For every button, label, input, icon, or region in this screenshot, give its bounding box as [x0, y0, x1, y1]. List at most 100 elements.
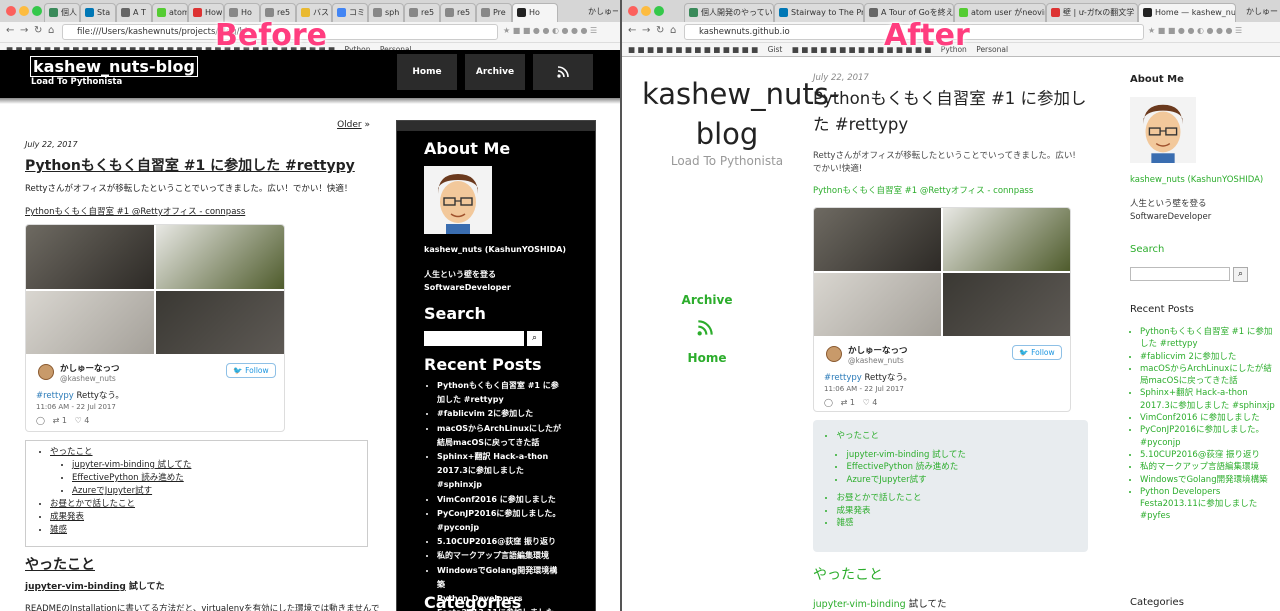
- post-title[interactable]: Pythonもくもく自習室 #1 に参加した #rettypy: [813, 86, 1093, 138]
- embedded-tweet[interactable]: かしゅーなっつ @kashew_nuts 🐦 Follow #rettypy R…: [25, 224, 285, 432]
- zoom-window-icon[interactable]: [654, 6, 664, 16]
- recent-post-link[interactable]: 5.10CUP2016@荻窪 振り返り: [1140, 449, 1275, 461]
- recent-post-link[interactable]: Python Developers Festa2013.11に参加しました #p…: [1140, 486, 1275, 523]
- toc-item[interactable]: EffectivePython 読み進めた: [72, 472, 367, 485]
- browser-tab[interactable]: 壁 | ư-ガfxの翻文学: [1046, 3, 1138, 22]
- like-icon[interactable]: ♡: [863, 398, 870, 407]
- connpass-link[interactable]: Pythonもくもく自習室 #1 @Rettyオフィス - connpass: [813, 184, 1033, 196]
- reply-icon[interactable]: ◯: [824, 398, 833, 407]
- close-window-icon[interactable]: [628, 6, 638, 16]
- browser-tab[interactable]: 個人: [44, 3, 80, 22]
- toc-item[interactable]: 成果発表: [825, 505, 1088, 518]
- bookmark-folder[interactable]: Personal: [976, 45, 1008, 54]
- follow-button[interactable]: 🐦 Follow: [1012, 345, 1062, 360]
- nav-home[interactable]: Home: [662, 351, 752, 365]
- recent-post-link[interactable]: 私的マークアップ言語編集環境: [1140, 461, 1275, 473]
- like-icon[interactable]: ♡: [75, 416, 82, 425]
- tweet-photo[interactable]: [943, 273, 1070, 336]
- browser-tab[interactable]: atom: [152, 3, 188, 22]
- tweet-time[interactable]: 11:06 AM - 22 Jul 2017: [36, 403, 116, 411]
- search-icon[interactable]: ⌕: [1233, 267, 1248, 282]
- toc-item[interactable]: 雑感: [50, 524, 367, 537]
- toc-link[interactable]: 雑感: [50, 525, 67, 535]
- toc-item[interactable]: jupyter-vim-binding 試してた: [835, 449, 1088, 462]
- author-name[interactable]: kashew_nuts (KashunYOSHIDA): [424, 245, 566, 254]
- back-icon[interactable]: ←: [628, 25, 636, 36]
- minimize-window-icon[interactable]: [19, 6, 29, 16]
- zoom-window-icon[interactable]: [32, 6, 42, 16]
- browser-tab[interactable]: かしゅー: [558, 3, 618, 22]
- forward-icon[interactable]: →: [642, 25, 650, 36]
- minimize-window-icon[interactable]: [641, 6, 651, 16]
- reply-icon[interactable]: ◯: [36, 416, 45, 425]
- avatar[interactable]: [826, 346, 842, 362]
- subsection-link[interactable]: jupyter-vim-binding: [813, 599, 906, 610]
- nav-archive[interactable]: Archive: [662, 293, 752, 307]
- toc-item[interactable]: 成果発表: [50, 511, 367, 524]
- toc-link[interactable]: 成果発表: [837, 506, 871, 516]
- toc-item[interactable]: お昼とかで話したこと: [50, 498, 367, 511]
- toc-link[interactable]: EffectivePython 読み進めた: [72, 473, 184, 483]
- toc-item[interactable]: EffectivePython 読み進めた: [835, 461, 1088, 474]
- site-title[interactable]: kashew_nuts-blog: [642, 74, 839, 154]
- nav-home[interactable]: Home: [397, 54, 457, 90]
- back-icon[interactable]: ←: [6, 25, 14, 36]
- nav-rss[interactable]: [697, 320, 713, 339]
- tweet-photo[interactable]: [26, 291, 154, 354]
- nav-archive[interactable]: Archive: [465, 54, 525, 90]
- search-icon[interactable]: ⌕: [527, 331, 542, 346]
- hashtag-link[interactable]: #rettypy: [824, 373, 862, 383]
- search-input[interactable]: [424, 331, 524, 346]
- toc-link[interactable]: やったこと: [50, 447, 93, 457]
- recent-post-link[interactable]: #fablicvim 2に参加した: [1140, 351, 1275, 363]
- toc-link[interactable]: やったこと: [837, 431, 880, 441]
- toc-link[interactable]: EffectivePython 読み進めた: [847, 462, 959, 472]
- browser-tab[interactable]: Stairway to The Prag: [774, 3, 864, 22]
- close-window-icon[interactable]: [6, 6, 16, 16]
- toc-link[interactable]: お昼とかで話したこと: [50, 499, 135, 509]
- tweet-photo[interactable]: [156, 291, 284, 354]
- follow-button[interactable]: 🐦 Follow: [226, 363, 276, 378]
- browser-tab[interactable]: Pre: [476, 3, 512, 22]
- recent-post-link[interactable]: Sphinx+翻訳 Hack-a-thon 2017.3に参加しました #sph…: [1140, 387, 1275, 412]
- toc-item[interactable]: 雑感: [825, 517, 1088, 530]
- toc-link[interactable]: お昼とかで話したこと: [837, 493, 922, 503]
- tweet-author-name[interactable]: かしゅーなっつ: [60, 362, 120, 374]
- tweet-photo[interactable]: [814, 273, 941, 336]
- forward-icon[interactable]: →: [20, 25, 28, 36]
- home-icon[interactable]: ⌂: [670, 25, 676, 36]
- browser-tab[interactable]: Sta: [80, 3, 116, 22]
- recent-post-link[interactable]: Pythonもくもく自習室 #1 に参加した #rettypy: [437, 379, 564, 407]
- reload-icon[interactable]: ↻: [656, 25, 664, 36]
- browser-tab[interactable]: re5: [404, 3, 440, 22]
- recent-post-link[interactable]: Sphinx+翻訳 Hack-a-thon 2017.3に参加しました #sph…: [437, 450, 564, 493]
- toc-link[interactable]: jupyter-vim-binding 試してた: [72, 460, 191, 470]
- browser-tab-active[interactable]: Home — kashew_nuts: [1138, 3, 1236, 22]
- nav-rss[interactable]: [533, 54, 593, 90]
- tweet-time[interactable]: 11:06 AM - 22 Jul 2017: [824, 385, 904, 393]
- post-title[interactable]: Pythonもくもく自習室 #1 に参加した #rettypy: [25, 155, 355, 175]
- browser-tab[interactable]: コミ: [332, 3, 368, 22]
- recent-post-link[interactable]: macOSからArchLinuxにしたが結局macOSに戻ってきた話: [1140, 363, 1275, 388]
- hashtag-link[interactable]: #rettypy: [36, 391, 74, 401]
- extension-icons[interactable]: ★ ■ ■ ● ● ◐ ● ● ● ☰: [503, 26, 597, 35]
- toc-link[interactable]: 成果発表: [50, 512, 84, 522]
- recent-post-link[interactable]: 5.10CUP2016@荻窪 振り返り: [437, 535, 564, 549]
- tweet-photo[interactable]: [814, 208, 941, 271]
- recent-post-link[interactable]: macOSからArchLinuxにしたが結局macOSに戻ってきた話: [437, 422, 564, 450]
- recent-post-link[interactable]: WindowsでGolang開発環境構築: [1140, 474, 1275, 486]
- toc-item[interactable]: AzureでJupyter試す: [72, 485, 367, 498]
- avatar[interactable]: [38, 364, 54, 380]
- recent-post-link[interactable]: Pythonもくもく自習室 #1 に参加した #rettypy: [1140, 326, 1275, 351]
- tweet-author-handle[interactable]: @kashew_nuts: [848, 356, 904, 365]
- toc-link[interactable]: AzureでJupyter試す: [72, 486, 152, 496]
- older-link[interactable]: Older »: [337, 120, 370, 130]
- retweet-icon[interactable]: ⇄: [53, 416, 60, 425]
- bookmark-icons[interactable]: ■ ■ ■ ■ ■ ■ ■ ■ ■ ■ ■ ■ ■ ■: [628, 45, 758, 54]
- author-name[interactable]: kashew_nuts (KashunYOSHIDA): [1130, 175, 1263, 185]
- search-input[interactable]: [1130, 267, 1230, 281]
- bookmark-item[interactable]: Gist: [768, 45, 783, 54]
- toc-link[interactable]: jupyter-vim-binding 試してた: [847, 450, 966, 460]
- toc-link[interactable]: 雑感: [837, 518, 854, 528]
- tweet-photo[interactable]: [26, 225, 154, 289]
